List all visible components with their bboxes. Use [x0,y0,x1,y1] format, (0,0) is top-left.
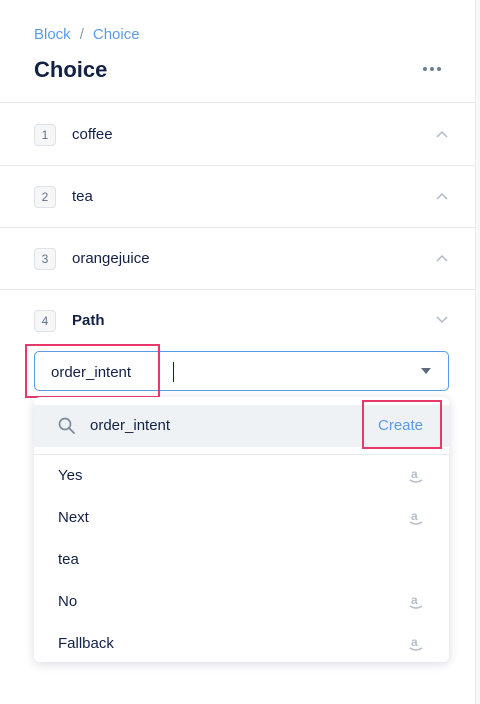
dropdown-option-next[interactable]: Next a [34,497,449,539]
option-label: No [58,593,78,610]
svg-text:a: a [411,467,418,481]
amazon-icon: a [409,635,423,651]
choice-row-4[interactable]: 4 Path [0,290,476,340]
option-label: Next [58,509,89,526]
more-dot-icon [430,67,434,71]
choice-label: coffee [72,126,113,143]
choice-number-badge: 3 [34,248,56,270]
create-intent-button[interactable]: Create [378,417,423,434]
choice-number-badge: 2 [34,186,56,208]
amazon-icon: a [409,467,423,483]
chevron-up-icon[interactable] [436,254,448,262]
choice-label: tea [72,188,93,205]
dropdown-search-input[interactable]: order_intent [90,417,170,434]
amazon-icon: a [409,509,423,525]
dropdown-option-no[interactable]: No a [34,581,449,623]
more-dot-icon [437,67,441,71]
chevron-up-icon[interactable] [436,130,448,138]
choice-row-2[interactable]: 2 tea [0,166,476,228]
choice-label: orangejuice [72,250,150,267]
dropdown-option-tea[interactable]: tea [34,539,449,581]
choice-editor-panel: Block / Choice Choice 1 coffee 2 tea 3 o… [0,0,476,704]
text-cursor [173,362,174,382]
intent-select[interactable]: order_intent [34,351,449,391]
option-label: Fallback [58,635,114,652]
svg-text:a: a [411,635,418,649]
chevron-up-icon[interactable] [436,192,448,200]
chevron-down-icon[interactable] [436,316,448,324]
caret-down-icon[interactable] [421,368,431,375]
breadcrumb: Block / Choice [34,26,140,43]
svg-text:a: a [411,509,418,523]
choice-number-badge: 4 [34,310,56,332]
choice-number-badge: 1 [34,124,56,146]
breadcrumb-link-block[interactable]: Block [34,26,71,43]
amazon-icon: a [409,593,423,609]
breadcrumb-current[interactable]: Choice [93,26,140,43]
dropdown-option-yes[interactable]: Yes a [34,455,449,497]
choice-label: Path [72,312,105,329]
intent-select-value: order_intent [51,364,132,381]
search-icon [58,417,75,434]
option-label: tea [58,551,79,568]
option-label: Yes [58,467,83,484]
page-title: Choice [34,57,108,82]
choice-row-3[interactable]: 3 orangejuice [0,228,476,290]
svg-text:a: a [411,593,418,607]
dropdown-option-fallback[interactable]: Fallback a [34,623,449,665]
more-dot-icon [423,67,427,71]
more-options-button[interactable] [418,58,446,80]
dropdown-search-row[interactable]: order_intent Create [34,405,449,447]
breadcrumb-separator: / [79,26,84,43]
intent-dropdown-menu: order_intent Create Yes a Next a tea No … [34,397,449,662]
choice-row-1[interactable]: 1 coffee [0,103,476,165]
